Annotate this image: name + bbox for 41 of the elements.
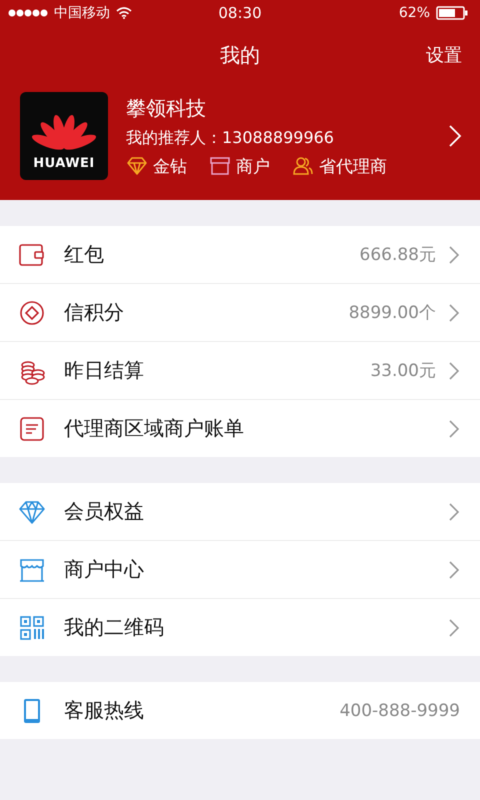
badge-label: 省代理商 bbox=[319, 156, 387, 178]
row-label: 会员权益 bbox=[64, 498, 145, 525]
settings-link[interactable]: 设置 bbox=[426, 43, 462, 67]
row-value: 8899.00个 bbox=[348, 302, 436, 324]
row-label: 昨日结算 bbox=[64, 357, 145, 384]
document-icon bbox=[18, 414, 46, 442]
battery-percent: 62% bbox=[398, 5, 430, 21]
qr-code-icon bbox=[18, 614, 46, 642]
row-value: 33.00元 bbox=[370, 360, 436, 382]
badge-label: 商户 bbox=[236, 156, 270, 178]
menu-row[interactable]: 我的二维码 bbox=[0, 599, 480, 656]
status-time: 08:30 bbox=[218, 4, 262, 22]
menu-row[interactable]: 信积分 8899.00个 bbox=[0, 284, 480, 342]
row-label: 商户中心 bbox=[64, 556, 145, 583]
row-value: 400-888-9999 bbox=[340, 700, 460, 720]
badge-label: 金钻 bbox=[153, 156, 187, 178]
row-label: 红包 bbox=[64, 241, 105, 268]
company-logo: HUAWEI bbox=[20, 92, 108, 180]
storefront-icon bbox=[209, 155, 231, 177]
coin-icon bbox=[18, 298, 46, 326]
wifi-icon bbox=[116, 7, 132, 19]
row-label: 信积分 bbox=[64, 299, 125, 326]
menu-row[interactable]: 会员权益 bbox=[0, 483, 480, 541]
battery-icon bbox=[436, 6, 468, 20]
row-label: 代理商区域商户账单 bbox=[64, 415, 245, 442]
carrier-name: 中国移动 bbox=[54, 4, 110, 22]
chevron-icon bbox=[448, 124, 462, 148]
menu-row[interactable]: 商户中心 bbox=[0, 541, 480, 599]
diamond-icon bbox=[126, 155, 148, 177]
row-label: 我的二维码 bbox=[64, 614, 165, 641]
page-title: 我的 bbox=[220, 42, 260, 68]
people-icon bbox=[292, 155, 314, 177]
menu-row[interactable]: 客服热线 400-888-9999 bbox=[0, 682, 480, 739]
row-label: 客服热线 bbox=[64, 697, 145, 724]
referrer-text: 我的推荐人：13088899966 bbox=[126, 128, 335, 148]
row-value: 666.88元 bbox=[360, 244, 436, 266]
signal-icon bbox=[8, 9, 48, 17]
menu-row[interactable]: 代理商区域商户账单 bbox=[0, 400, 480, 457]
menu-row[interactable]: 昨日结算 33.00元 bbox=[0, 342, 480, 400]
menu-row[interactable]: 红包 666.88元 bbox=[0, 226, 480, 284]
company-name: 攀领科技 bbox=[126, 94, 207, 122]
